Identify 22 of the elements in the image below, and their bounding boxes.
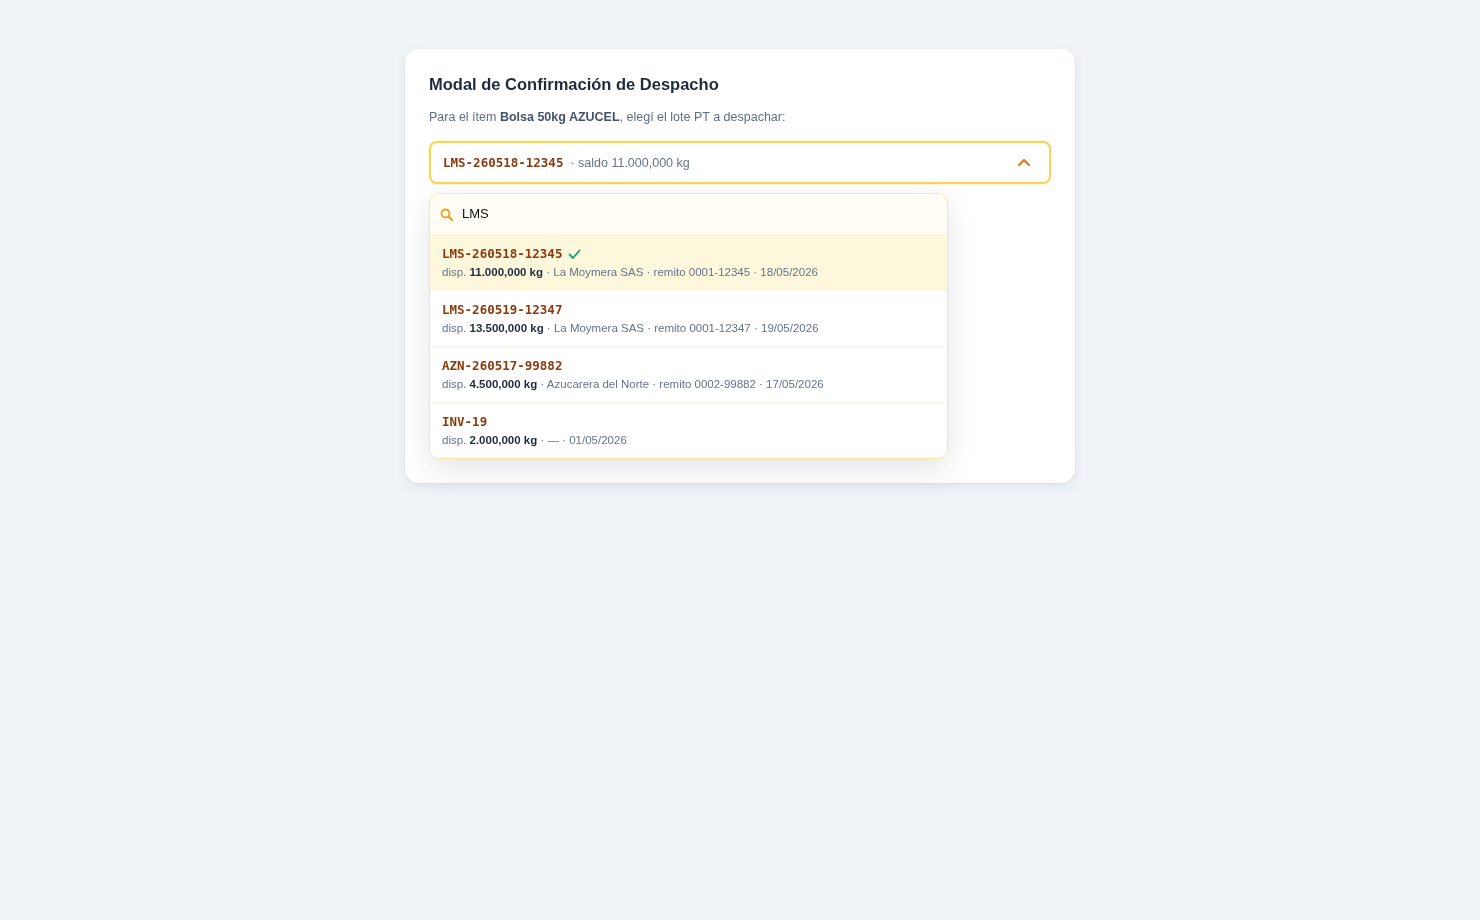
lot-option[interactable]: LMS-260519-12347 disp. 13.500,000 kg · La Moymera SAS · remito 0001-12347 · 19/05/2026 [430,290,947,346]
prompt-text: Para el ítem Bolsa 50kg AZUCEL, elegí el lote PT a despachar: [429,109,787,125]
modal-title: Modal de Confirmación de Despacho [429,74,720,95]
lot-option[interactable]: LMS-260518-12345 disp. 11.000,000 kg · La Moymera SAS · remito 0001-12345 · 18/05/2026 [430,234,947,290]
check-icon [568,248,582,260]
lot-select[interactable]: LMS-260518-12345 · saldo 11.000,000 kg [429,141,1051,184]
lot-code: AZN-260517-99882 [442,357,563,375]
chevron-up-icon [1018,157,1030,168]
lot-details: disp. 13.500,000 kg · La Moymera SAS · remito 0001-12347 · 19/05/2026 [442,321,820,336]
lot-code: LMS-260518-12345 [442,245,563,263]
lot-details: disp. 4.500,000 kg · Azucarera del Norte · remito 0002-99882 · 17/05/2026 [442,377,825,392]
search-field[interactable]: LMS [430,194,947,234]
search-input[interactable]: LMS [462,205,902,223]
lot-option[interactable]: AZN-260517-99882 disp. 4.500,000 kg · Azucarera del Norte · remito 0002-99882 · 17/05/2026 [430,346,947,402]
lot-code: INV-19 [442,413,488,431]
selected-lot-code: LMS-260518-12345 [443,155,564,170]
lot-details: disp. 2.000,000 kg · — · 01/05/2026 [442,433,628,448]
lot-code: LMS-260519-12347 [442,301,563,319]
selected-lot-balance: · saldo 11.000,000 kg [570,156,690,170]
search-icon [440,207,453,221]
lot-option[interactable]: INV-19 disp. 2.000,000 kg · — · 01/05/2026 [430,402,947,458]
lot-details: disp. 11.000,000 kg · La Moymera SAS · remito 0001-12345 · 18/05/2026 [442,265,819,280]
